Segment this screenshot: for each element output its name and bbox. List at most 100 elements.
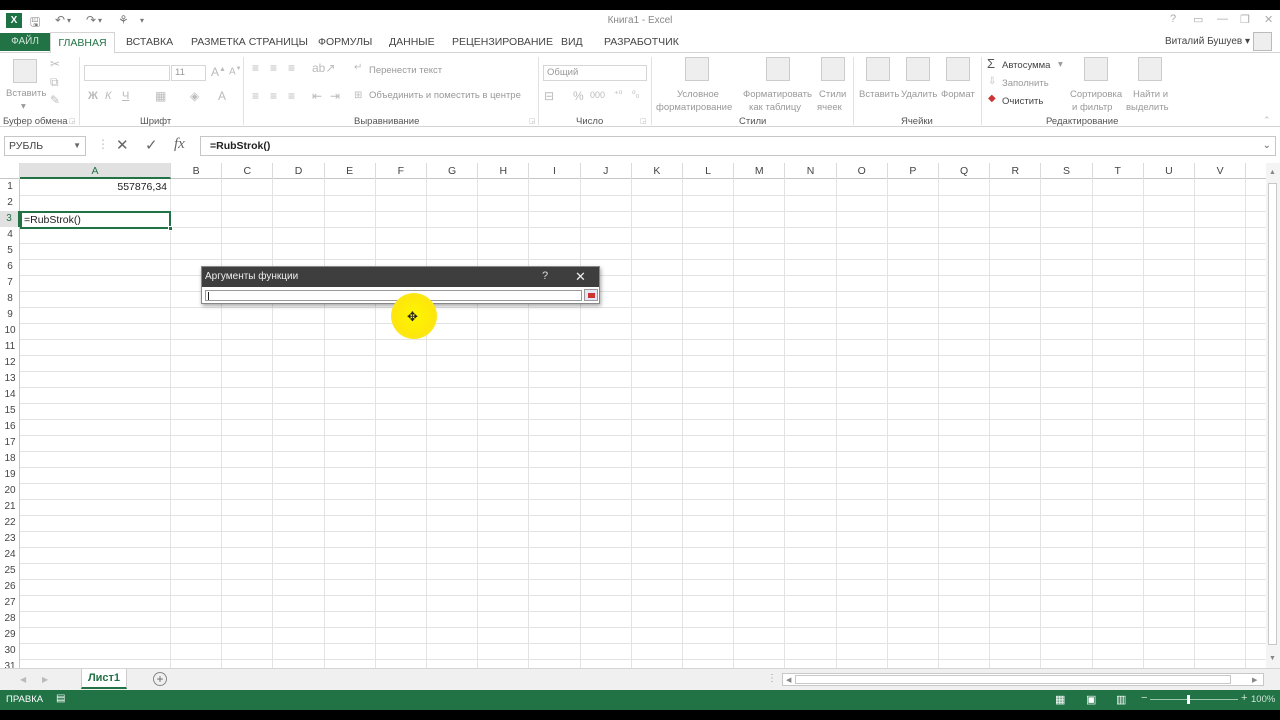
format-cells-button[interactable]: Формат <box>941 89 975 100</box>
paste-button-label[interactable]: Вставить <box>6 88 46 99</box>
merge-center-icon[interactable]: ⊞ <box>354 90 362 101</box>
cut-icon[interactable]: ✂ <box>50 57 60 71</box>
italic-icon[interactable]: К <box>105 90 111 102</box>
tab-data[interactable]: ДАННЫЕ <box>389 36 435 48</box>
column-header-d[interactable]: D <box>273 163 325 179</box>
fill-button[interactable]: Заполнить <box>1002 78 1049 89</box>
column-header-k[interactable]: K <box>632 163 683 179</box>
enter-icon[interactable]: ✓ <box>145 136 158 154</box>
insert-function-icon[interactable]: fx <box>174 136 185 153</box>
delete-cells-icon[interactable] <box>906 57 930 81</box>
row-header-21[interactable]: 21 <box>0 499 20 515</box>
avatar[interactable] <box>1253 32 1272 51</box>
row-header-12[interactable]: 12 <box>0 355 20 371</box>
shrink-font-icon[interactable]: A▼ <box>229 66 242 77</box>
column-header-j[interactable]: J <box>581 163 632 179</box>
align-right-icon[interactable]: ≡ <box>288 89 295 103</box>
row-header-2[interactable]: 2 <box>0 195 20 211</box>
restore-icon[interactable]: ❐ <box>1240 13 1250 26</box>
dialog-header[interactable]: Аргументы функции ? ✕ <box>202 267 599 287</box>
autosum-button[interactable]: Автосумма <box>1002 60 1050 71</box>
conditional-formatting-button-2[interactable]: форматирование <box>656 102 732 113</box>
row-header-11[interactable]: 11 <box>0 339 20 355</box>
cell-a1[interactable]: 557876,34 <box>21 180 169 195</box>
tab-file[interactable]: ФАЙЛ <box>0 33 50 51</box>
cell-styles-icon[interactable] <box>821 57 845 81</box>
wrap-text-icon[interactable]: ↵ <box>354 62 362 73</box>
scroll-left-icon[interactable]: ◀ <box>786 676 791 684</box>
ribbon-display-icon[interactable]: ▭ <box>1193 13 1203 26</box>
increase-decimal-icon[interactable]: ⁺⁰ <box>614 89 622 100</box>
format-as-table-icon[interactable] <box>766 57 790 81</box>
find-select-icon[interactable] <box>1138 57 1162 81</box>
horizontal-scroll-thumb[interactable] <box>795 675 1231 684</box>
row-header-29[interactable]: 29 <box>0 627 20 643</box>
zoom-slider[interactable] <box>1150 699 1238 700</box>
collapse-ribbon-icon[interactable]: ⌃ <box>1263 115 1271 126</box>
prev-sheet-icon[interactable]: ◀ <box>20 675 26 684</box>
cell-a3-active[interactable]: =RubStrok() <box>20 211 173 231</box>
column-header-l[interactable]: L <box>683 163 735 179</box>
conditional-formatting-button-1[interactable]: Условное <box>677 89 719 100</box>
scroll-up-icon[interactable]: ▲ <box>1269 169 1276 176</box>
column-header-h[interactable]: H <box>478 163 530 179</box>
percent-icon[interactable]: % <box>573 89 584 103</box>
column-header-q[interactable]: Q <box>939 163 991 179</box>
format-painter-icon[interactable]: ✎ <box>50 93 60 107</box>
worksheet-grid[interactable]: ABCDEFGHIJKLMNOPQRSTUV 1 2 3 4 5 6 7 8 9 10 11 12 13… <box>0 163 1266 668</box>
currency-icon[interactable]: ⊟ <box>544 89 554 103</box>
user-name[interactable]: Виталий Бушуев ▾ <box>1165 36 1250 47</box>
column-header-s[interactable]: S <box>1041 163 1093 179</box>
tab-formulas[interactable]: ФОРМУЛЫ <box>318 36 372 48</box>
bold-icon[interactable]: Ж <box>88 90 98 102</box>
font-name-combo[interactable] <box>84 65 170 81</box>
row-header-13[interactable]: 13 <box>0 371 20 387</box>
row-header-22[interactable]: 22 <box>0 515 20 531</box>
row-header-18[interactable]: 18 <box>0 451 20 467</box>
font-color-icon[interactable]: A <box>218 89 226 103</box>
sort-filter-button-1[interactable]: Сортировка <box>1070 89 1122 100</box>
number-launcher-icon[interactable]: ◲ <box>640 117 647 125</box>
number-format-combo[interactable]: Общий <box>543 65 647 81</box>
row-header-24[interactable]: 24 <box>0 547 20 563</box>
delete-cells-button[interactable]: Удалить <box>901 89 937 100</box>
tab-split-icon[interactable]: ⋮ <box>767 673 777 684</box>
expand-dialog-icon[interactable] <box>584 289 598 301</box>
orientation-icon[interactable]: ab↗ <box>312 61 335 75</box>
borders-icon[interactable]: ▦ <box>155 89 166 103</box>
column-header-o[interactable]: O <box>837 163 888 179</box>
help-icon[interactable]: ? <box>1170 13 1176 25</box>
insert-cells-button[interactable]: Вставить <box>859 89 899 100</box>
autosum-dropdown-icon[interactable]: ▾ <box>1058 59 1063 70</box>
sheet-tab-list1[interactable]: Лист1 <box>81 669 127 689</box>
row-header-1[interactable]: 1 <box>0 179 20 195</box>
scroll-right-icon[interactable]: ▶ <box>1252 676 1257 684</box>
dialog-range-input[interactable] <box>205 290 582 301</box>
expand-formula-icon[interactable]: ⌄ <box>1263 137 1271 155</box>
row-header-10[interactable]: 10 <box>0 323 20 339</box>
row-header-31[interactable]: 31 <box>0 659 20 668</box>
sort-filter-button-2[interactable]: и фильтр <box>1072 102 1112 113</box>
column-header-i[interactable]: I <box>529 163 581 179</box>
dialog-help-icon[interactable]: ? <box>542 270 548 282</box>
autosum-icon[interactable]: Σ <box>987 56 995 71</box>
tab-insert[interactable]: ВСТАВКА <box>126 36 173 48</box>
column-header-r[interactable]: R <box>990 163 1042 179</box>
format-cells-icon[interactable] <box>946 57 970 81</box>
align-left-icon[interactable]: ≡ <box>252 89 259 103</box>
align-center-icon[interactable]: ≡ <box>270 89 277 103</box>
decrease-indent-icon[interactable]: ⇤ <box>312 89 322 103</box>
vertical-scroll-thumb[interactable] <box>1268 183 1277 645</box>
tab-review[interactable]: РЕЦЕНЗИРОВАНИЕ <box>452 36 553 48</box>
clipboard-launcher-icon[interactable]: ◲ <box>69 117 76 125</box>
sort-filter-icon[interactable] <box>1084 57 1108 81</box>
tab-page-layout[interactable]: РАЗМЕТКА СТРАНИЦЫ <box>191 36 308 48</box>
row-header-4[interactable]: 4 <box>0 227 20 243</box>
clear-button[interactable]: Очистить <box>1002 96 1043 107</box>
column-header-g[interactable]: G <box>427 163 479 179</box>
row-header-6[interactable]: 6 <box>0 259 20 275</box>
vertical-scrollbar[interactable]: ▲ ▼ <box>1266 163 1280 668</box>
row-header-19[interactable]: 19 <box>0 467 20 483</box>
column-header-m[interactable]: M <box>734 163 786 179</box>
comma-style-icon[interactable]: 000 <box>590 90 605 100</box>
